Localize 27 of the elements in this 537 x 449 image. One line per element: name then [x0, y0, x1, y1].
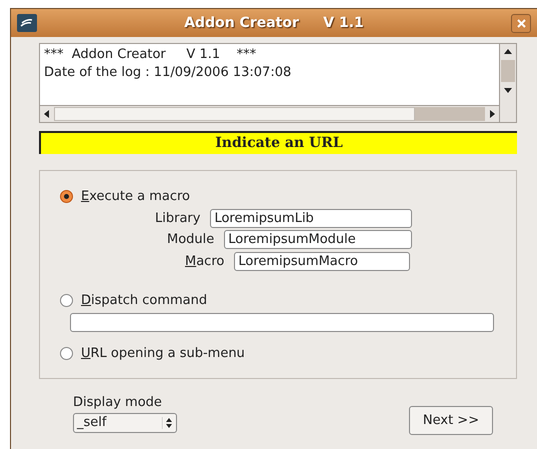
text-field[interactable]: LoremipsumModule [224, 230, 412, 250]
horizontal-scrollbar[interactable] [40, 105, 499, 122]
radio-label[interactable]: Execute a macro [81, 187, 190, 206]
field-label: Module [167, 231, 214, 249]
radio-button[interactable] [60, 346, 73, 360]
log-line: *** Addon Creator V 1.1 *** [44, 46, 258, 64]
text-field[interactable]: LoremipsumLib [210, 208, 412, 228]
radio-label[interactable]: URL opening a sub-menu [81, 344, 245, 363]
display-mode-label: Display mode [73, 394, 163, 412]
app-icon [17, 14, 37, 32]
field-label: Macro [185, 252, 224, 270]
scroll-thumb[interactable] [415, 107, 485, 121]
radio-button[interactable] [60, 190, 73, 204]
display-mode-spinner[interactable]: _self [73, 412, 177, 432]
command-field[interactable] [70, 312, 494, 332]
close-button[interactable] [511, 14, 531, 32]
log-line: Date of the log : 11/09/2006 13:07:08 [44, 64, 292, 82]
text-field[interactable]: LoremipsumMacro [234, 252, 410, 271]
radio-label[interactable]: Dispatch command [81, 291, 208, 310]
field-label: Library [155, 210, 200, 228]
next-button[interactable]: Next >> [409, 406, 493, 435]
status-banner: Indicate an URL [39, 131, 517, 154]
radio-button[interactable] [60, 294, 73, 308]
vertical-scrollbar[interactable] [499, 44, 516, 122]
close-icon [516, 18, 526, 28]
window-title: Addon Creator V 1.1 [183, 14, 365, 32]
scroll-thumb[interactable] [501, 60, 515, 82]
